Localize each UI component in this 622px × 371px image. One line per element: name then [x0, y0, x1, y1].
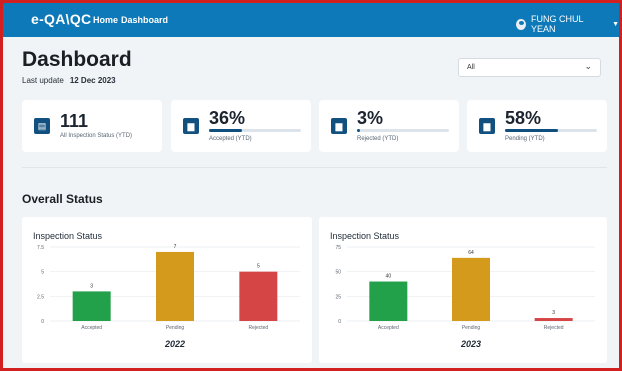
kpi-card-accepted: ▆ 36% Accepted (YTD)	[171, 100, 311, 152]
app-logo[interactable]: e-QA\QC	[31, 11, 91, 27]
kpi-accepted-progress	[209, 129, 301, 132]
top-navbar: e-QA\QC Home Dashboard FUNG CHUL YEAN ▼	[3, 3, 619, 37]
bar-rejected	[239, 271, 278, 321]
y-tick-label: 2.5	[37, 294, 44, 300]
bar-rejected	[534, 318, 573, 321]
last-update-label: Last update	[22, 76, 64, 85]
data-label: 7	[174, 244, 177, 250]
y-tick-label: 7.5	[37, 245, 44, 251]
x-tick-label: Pending	[462, 325, 481, 331]
avatar-icon	[516, 18, 527, 30]
x-tick-label: Pending	[166, 325, 185, 331]
y-tick-label: 75	[335, 245, 341, 251]
data-label: 3	[552, 310, 555, 316]
kpi-pending-progress	[505, 129, 597, 132]
last-update-value: 12 Dec 2023	[69, 76, 116, 85]
chart-panel-2023: Inspection Status 0 25 50 75 40 Accepted 64 Pen…	[319, 217, 607, 363]
kpi-rejected-label: Rejected (YTD)	[357, 136, 399, 142]
kpi-rejected-progress-fill	[357, 129, 360, 132]
chevron-down-icon: ⌄	[584, 61, 592, 71]
kpi-card-rejected: ▆ 3% Rejected (YTD)	[319, 100, 459, 152]
user-menu[interactable]: FUNG CHUL YEAN ▼	[516, 14, 619, 34]
data-label: 64	[468, 250, 474, 256]
x-tick-label: Rejected	[544, 325, 564, 331]
bar-pending	[452, 257, 490, 321]
kpi-total-label: All Inspection Status (YTD)	[60, 133, 133, 139]
kpi-accepted-value: 36%	[209, 108, 246, 128]
kpi-card-pending: ▆ 58% Pending (YTD)	[467, 100, 607, 152]
x-axis-label: 2022	[164, 339, 185, 349]
x-tick-label: Accepted	[81, 325, 102, 331]
kpi-accepted-label: Accepted (YTD)	[209, 136, 252, 142]
chart-panel-2022: Inspection Status 0 2.5 5 7.5 3 Accepted 7 Pend…	[22, 217, 312, 363]
page-title: Dashboard	[22, 48, 132, 71]
kpi-rejected-value: 3%	[357, 108, 384, 128]
y-tick-label: 0	[41, 319, 44, 325]
document-icon: ▤	[34, 118, 50, 134]
bar-chart-2023: 0 25 50 75 40 Accepted 64 Pending 3 Rejected 2023	[335, 245, 595, 349]
filter-value: All	[467, 64, 475, 71]
x-axis-label: 2023	[460, 339, 481, 349]
data-label: 3	[90, 283, 93, 289]
x-tick-label: Accepted	[378, 325, 399, 331]
bar-chart-2022: 0 2.5 5 7.5 3 Accepted 7 Pending 5 Rejected 2022	[37, 244, 300, 349]
bar-accepted	[369, 281, 408, 321]
kpi-pending-value: 58%	[505, 108, 542, 128]
y-tick-label: 50	[335, 270, 341, 276]
caret-down-icon: ▼	[612, 20, 619, 28]
y-tick-label: 5	[41, 270, 44, 276]
kpi-pending-label: Pending (YTD)	[505, 136, 545, 142]
kpi-rejected-progress	[357, 129, 449, 132]
section-title: Overall Status	[22, 192, 103, 206]
x-tick-label: Rejected	[248, 325, 268, 331]
nav-home-link[interactable]: Home	[93, 15, 118, 25]
bar-accepted	[72, 291, 111, 321]
app-window: e-QA\QC Home Dashboard FUNG CHUL YEAN ▼ …	[0, 0, 622, 371]
user-name: FUNG CHUL YEAN	[531, 14, 584, 34]
chart-icon: ▆	[183, 118, 199, 134]
bar-pending	[156, 251, 194, 321]
y-tick-label: 0	[338, 319, 341, 325]
last-update: Last update 12 Dec 2023	[22, 76, 116, 85]
data-label: 40	[386, 274, 392, 280]
kpi-card-total: ▤ 111 All Inspection Status (YTD)	[22, 100, 162, 152]
divider	[22, 167, 607, 168]
data-label: 5	[257, 264, 260, 270]
kpi-accepted-progress-fill	[209, 129, 243, 132]
kpi-total-value: 111	[60, 111, 89, 131]
status-filter-select[interactable]: All ⌄	[458, 58, 601, 77]
chart-icon: ▆	[331, 118, 347, 134]
nav-dashboard-link[interactable]: Dashboard	[121, 15, 168, 25]
chart-icon: ▆	[479, 118, 495, 134]
y-tick-label: 25	[335, 294, 341, 300]
kpi-pending-progress-fill	[505, 129, 559, 132]
